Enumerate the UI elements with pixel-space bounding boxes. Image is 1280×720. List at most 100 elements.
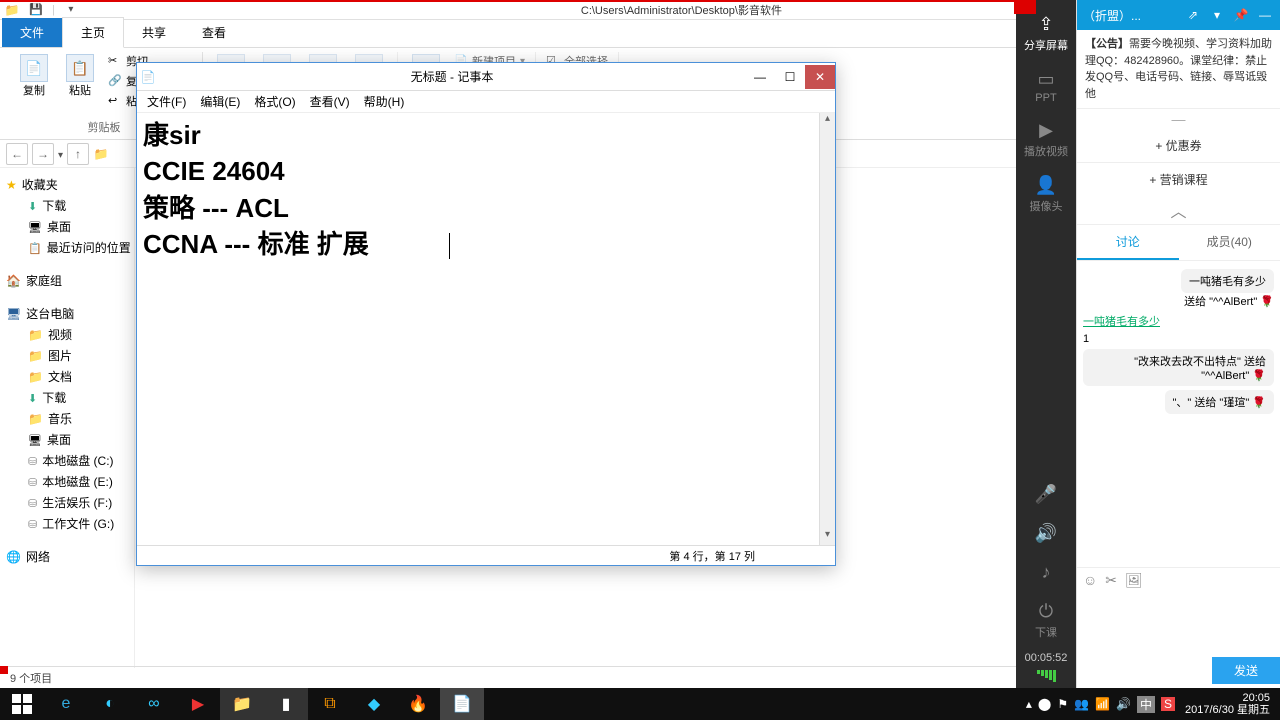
menu-file[interactable]: 文件(F) — [141, 91, 192, 112]
back-button[interactable]: ← — [6, 143, 28, 165]
taskbar-app5[interactable]: 🔥 — [396, 688, 440, 720]
emoji-icon[interactable]: ☺ — [1083, 572, 1097, 589]
pin-icon[interactable]: 📌 — [1232, 8, 1250, 22]
notepad-text[interactable]: 康sir CCIE 24604 策略 --- ACL CCNA --- 标准 扩… — [137, 113, 835, 267]
scrollbar[interactable]: ▴ ▾ — [819, 113, 835, 545]
scissors-icon[interactable]: ✂ — [1105, 572, 1117, 589]
nav-drive-c[interactable]: 本地磁盘 (C:) — [0, 450, 134, 471]
nav-drive-e[interactable]: 本地磁盘 (E:) — [0, 471, 134, 492]
tray-volume-icon[interactable]: 🔊 — [1116, 697, 1131, 711]
taskbar-app3[interactable]: ▶ — [176, 688, 220, 720]
copy-button[interactable]: 📄 复制 — [14, 52, 54, 100]
tray-icon[interactable]: ⚑ — [1057, 697, 1068, 711]
nav-desktop[interactable]: 桌面 — [0, 216, 134, 237]
menu-edit[interactable]: 编辑(E) — [194, 91, 246, 112]
nav-favorites[interactable]: 收藏夹 — [0, 174, 134, 195]
chat-username[interactable]: 一吨猪毛有多少 — [1083, 316, 1160, 328]
clock-date: 2017/6/30 星期五 — [1185, 704, 1270, 716]
power-icon: ⏻ — [1016, 601, 1076, 622]
chat-body[interactable]: 一吨猪毛有多少 送给 "^^AlBert" 一吨猪毛有多少 1 "改来改去改不出… — [1077, 261, 1280, 567]
forward-button[interactable]: → — [32, 143, 54, 165]
tab-share[interactable]: 共享 — [124, 18, 184, 47]
menu-help[interactable]: 帮助(H) — [358, 91, 411, 112]
taskbar-cmd[interactable]: ▮ — [264, 688, 308, 720]
tab-view[interactable]: 查看 — [184, 18, 244, 47]
share-link-icon[interactable]: ⇗ — [1184, 8, 1202, 22]
music-button[interactable]: ♪ — [1016, 552, 1076, 591]
nav-downloads2[interactable]: 下载 — [0, 387, 134, 408]
taskbar-app4[interactable]: ◆ — [352, 688, 396, 720]
breadcrumb-folder-icon[interactable] — [93, 146, 109, 162]
speaker-button[interactable]: 🔊 — [1016, 513, 1076, 552]
nav-videos[interactable]: 视频 — [0, 324, 134, 345]
menu-format[interactable]: 格式(O) — [248, 91, 301, 112]
mic-button[interactable]: 🎤 — [1016, 474, 1076, 513]
qat-dropdown-icon[interactable] — [63, 2, 79, 18]
taskbar-explorer[interactable]: 📁 — [220, 688, 264, 720]
tray-ime-s-icon[interactable]: S — [1161, 697, 1175, 711]
scroll-up-icon[interactable]: ▴ — [820, 113, 835, 129]
close-button[interactable]: ✕ — [805, 65, 835, 89]
start-button[interactable] — [0, 688, 44, 720]
tray-ime-icon[interactable]: 中 — [1137, 696, 1155, 713]
tab-chat[interactable]: 讨论 — [1077, 225, 1179, 260]
nav-desktop2[interactable]: 桌面 — [0, 429, 134, 450]
history-dropdown-icon[interactable] — [58, 147, 63, 161]
nav-pictures[interactable]: 图片 — [0, 345, 134, 366]
clock[interactable]: 20:05 2017/6/30 星期五 — [1181, 692, 1274, 716]
minimize-button[interactable]: — — [745, 65, 775, 89]
tray-up-icon[interactable]: ▴ — [1026, 697, 1032, 711]
hdd-icon — [28, 475, 37, 489]
menu-view[interactable]: 查看(V) — [304, 91, 356, 112]
notice-collapse[interactable]: — — [1077, 109, 1280, 129]
notepad-body[interactable]: 康sir CCIE 24604 策略 --- ACL CCNA --- 标准 扩… — [137, 113, 835, 545]
scroll-down-icon[interactable]: ▾ — [820, 529, 835, 545]
nav-drive-c-label: 本地磁盘 (C:) — [42, 452, 113, 469]
tray-icon[interactable]: ⬤ — [1038, 697, 1051, 711]
nav-network[interactable]: 网络 — [0, 546, 134, 567]
paste-button[interactable]: 📋 粘贴 — [60, 52, 100, 100]
tab-members[interactable]: 成员(40) — [1179, 225, 1280, 260]
disk-icon[interactable] — [28, 2, 44, 18]
nav-documents[interactable]: 文档 — [0, 366, 134, 387]
tray-network-icon[interactable]: 📶 — [1095, 697, 1110, 711]
up-button[interactable]: ↑ — [67, 143, 89, 165]
coupon-button[interactable]: + 优惠券 — [1077, 129, 1280, 162]
ppt-button[interactable]: ▭PPT — [1016, 59, 1076, 110]
chevron-down-icon[interactable]: ▾ — [1208, 8, 1226, 22]
course-button[interactable]: + 营销课程 — [1077, 163, 1280, 196]
chat-textarea[interactable] — [1077, 593, 1280, 653]
copy-label: 复制 — [23, 82, 45, 98]
nav-downloads[interactable]: 下载 — [0, 195, 134, 216]
maximize-button[interactable]: ☐ — [775, 65, 805, 89]
quick-access-toolbar: | — [0, 2, 83, 18]
notepad-titlebar[interactable]: 📄 无标题 - 记事本 — ☐ ✕ — [137, 63, 835, 91]
nav-recent[interactable]: 最近访问的位置 — [0, 237, 134, 258]
image-icon[interactable]: 🖼 — [1125, 572, 1143, 589]
send-button[interactable]: 发送 — [1212, 657, 1280, 684]
promo-collapse-icon[interactable]: ︿ — [1077, 196, 1280, 224]
tab-file[interactable]: 文件 — [2, 18, 62, 47]
text-cursor — [449, 233, 450, 259]
ppt-label: PPT — [1035, 92, 1056, 104]
notepad-title: 无标题 - 记事本 — [159, 68, 745, 85]
end-class-button[interactable]: ⏻下课 — [1016, 591, 1076, 646]
tray-icon[interactable]: 👥 — [1074, 697, 1089, 711]
nav-drive-g[interactable]: 工作文件 (G:) — [0, 513, 134, 534]
taskbar-app2[interactable]: ∞ — [132, 688, 176, 720]
tab-home[interactable]: 主页 — [62, 17, 124, 48]
nav-drive-f[interactable]: 生活娱乐 (F:) — [0, 492, 134, 513]
taskbar-app1[interactable]: ◐ — [88, 688, 132, 720]
minimize-icon[interactable]: — — [1256, 8, 1274, 22]
taskbar-ie[interactable]: e — [44, 688, 88, 720]
play-video-button[interactable]: ▶播放视频 — [1016, 110, 1076, 165]
nav-this-pc[interactable]: 这台电脑 — [0, 303, 134, 324]
nav-music[interactable]: 音乐 — [0, 408, 134, 429]
camera-button[interactable]: 👤摄像头 — [1016, 165, 1076, 220]
taskbar-notepad[interactable]: 📄 — [440, 688, 484, 720]
mic-icon: 🎤 — [1016, 484, 1076, 505]
msg-text: "改来改去改不出特点" 送给 "^^AlBert" — [1134, 356, 1266, 382]
taskbar-vm[interactable]: ⧉ — [308, 688, 352, 720]
nav-drive-f-label: 生活娱乐 (F:) — [42, 494, 112, 511]
nav-homegroup[interactable]: 家庭组 — [0, 270, 134, 291]
